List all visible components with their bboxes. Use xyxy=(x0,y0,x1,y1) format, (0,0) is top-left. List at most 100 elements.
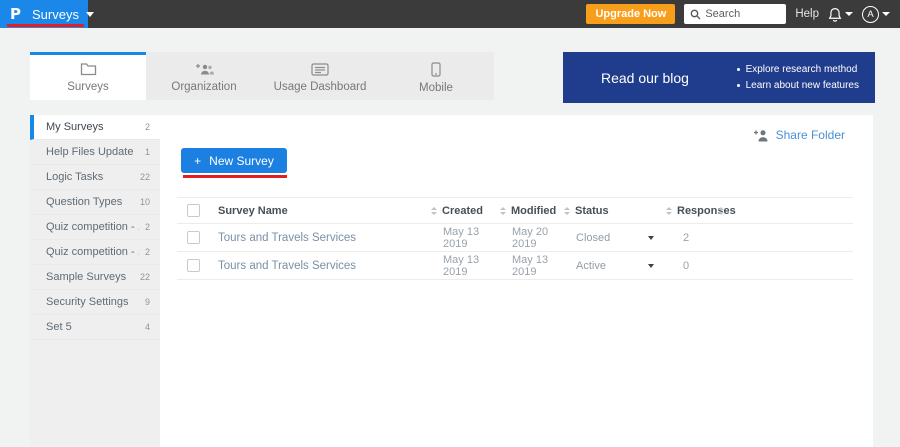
notifications-menu[interactable] xyxy=(828,7,853,22)
help-link[interactable]: Help xyxy=(795,8,819,20)
sidebar-item-count: 2 xyxy=(145,222,150,232)
sidebar-item-count: 1 xyxy=(145,147,150,157)
col-status: Status xyxy=(564,205,666,217)
table-header-row: Survey Name Created Modified Status Resp… xyxy=(177,197,853,224)
sort-icon[interactable] xyxy=(718,207,724,215)
sidebar-item-my-surveys[interactable]: My Surveys 2 xyxy=(30,115,160,140)
status-value: Active xyxy=(576,260,606,272)
search-icon xyxy=(690,9,701,20)
dashboard-icon xyxy=(311,63,329,76)
modified-cell: May 20 2019 xyxy=(500,226,564,250)
survey-name-cell: Tours and Travels Services xyxy=(218,232,431,244)
blog-banner[interactable]: Read our blog Explore research method Le… xyxy=(563,52,875,103)
survey-name-cell: Tours and Travels Services xyxy=(218,260,431,272)
status-value: Closed xyxy=(576,232,610,244)
account-menu[interactable]: A xyxy=(862,6,890,23)
app-menu[interactable]: P Surveys xyxy=(0,0,88,28)
sidebar-item-count: 2 xyxy=(145,122,150,132)
modified-cell: May 13 2019 xyxy=(500,254,564,278)
bell-icon xyxy=(828,7,842,22)
surveys-table: Survey Name Created Modified Status Resp… xyxy=(177,197,853,280)
sidebar-item-set-5[interactable]: Set 5 4 xyxy=(30,315,160,340)
blog-banner-title[interactable]: Read our blog xyxy=(601,70,689,86)
sidebar-item-quiz-competition-2[interactable]: Quiz competition - ... 2 xyxy=(30,240,160,265)
sidebar-item-logic-tasks[interactable]: Logic Tasks 22 xyxy=(30,165,160,190)
search-input[interactable] xyxy=(705,8,780,20)
annotation-underline xyxy=(183,175,287,178)
sidebar-item-label: Sample Surveys xyxy=(46,271,134,283)
sidebar-item-label: Set 5 xyxy=(46,321,139,333)
row-checkbox[interactable] xyxy=(187,259,200,272)
sidebar-item-label: Quiz competition - ... xyxy=(46,246,139,258)
sidebar-item-count: 9 xyxy=(145,297,150,307)
col-created: Created xyxy=(431,205,500,217)
row-check-cell xyxy=(177,259,218,272)
app-menu-label: Surveys xyxy=(32,7,79,22)
bullet-dot-icon xyxy=(737,68,740,71)
topbar: P Surveys Upgrade Now Help A xyxy=(0,0,900,28)
new-survey-label: New Survey xyxy=(209,154,274,168)
select-all-checkbox[interactable] xyxy=(187,204,200,217)
person-add-icon xyxy=(753,129,769,142)
created-cell: May 13 2019 xyxy=(431,254,500,278)
people-add-icon xyxy=(195,62,214,76)
col-responses: Responses xyxy=(666,205,718,217)
search-box[interactable] xyxy=(684,4,786,24)
sidebar-item-quiz-competition-1[interactable]: Quiz competition - ... 2 xyxy=(30,215,160,240)
sidebar-item-question-types[interactable]: Question Types 10 xyxy=(30,190,160,215)
sidebar-item-count: 22 xyxy=(140,272,150,282)
proprofs-logo-icon: P xyxy=(10,5,21,23)
sidebar-item-sample-surveys[interactable]: Sample Surveys 22 xyxy=(30,265,160,290)
upgrade-now-button[interactable]: Upgrade Now xyxy=(586,4,675,24)
status-dropdown-icon[interactable] xyxy=(648,264,654,268)
blog-bullet-item: Explore research method xyxy=(737,64,859,75)
status-dropdown-icon[interactable] xyxy=(648,236,654,240)
tab-surveys[interactable]: Surveys xyxy=(30,52,146,100)
sidebar-item-count: 2 xyxy=(145,247,150,257)
sort-icon[interactable] xyxy=(564,207,570,215)
sort-icon[interactable] xyxy=(500,207,506,215)
annotation-underline xyxy=(7,24,84,27)
blog-bullet-label: Learn about new features xyxy=(746,80,859,91)
col-status-label: Status xyxy=(575,205,609,217)
sort-icon[interactable] xyxy=(431,207,437,215)
row-check-cell xyxy=(177,231,218,244)
tab-label: Organization xyxy=(171,81,236,93)
responses-cell: 0 xyxy=(666,260,718,272)
survey-name-link[interactable]: Tours and Travels Services xyxy=(218,260,356,272)
folder-icon xyxy=(80,62,97,76)
col-modified-label: Modified xyxy=(511,205,556,217)
survey-name-link[interactable]: Tours and Travels Services xyxy=(218,232,356,244)
blog-banner-bullets: Explore research method Learn about new … xyxy=(737,64,859,91)
row-checkbox[interactable] xyxy=(187,231,200,244)
sort-icon[interactable] xyxy=(666,207,672,215)
header-check-cell xyxy=(177,204,218,217)
sidebar-item-label: Question Types xyxy=(46,196,134,208)
sidebar-item-security-settings[interactable]: Security Settings 9 xyxy=(30,290,160,315)
col-survey-name: Survey Name xyxy=(218,205,431,217)
col-modified: Modified xyxy=(500,205,564,217)
avatar: A xyxy=(862,6,879,23)
tab-mobile[interactable]: Mobile xyxy=(378,52,494,100)
new-survey-button[interactable]: + New Survey xyxy=(181,148,287,173)
tab-label: Usage Dashboard xyxy=(274,81,367,93)
col-created-label: Created xyxy=(442,205,483,217)
sidebar-item-count: 4 xyxy=(145,322,150,332)
chevron-down-icon xyxy=(845,12,853,16)
tab-label: Surveys xyxy=(67,81,109,93)
tab-usage-dashboard[interactable]: Usage Dashboard xyxy=(262,52,378,100)
tab-organization[interactable]: Organization xyxy=(146,52,262,100)
table-row: Tours and Travels Services May 13 2019 M… xyxy=(177,224,853,252)
tab-label: Mobile xyxy=(419,82,453,94)
responses-cell: 2 xyxy=(666,232,718,244)
sidebar-item-help-files-update[interactable]: Help Files Update 1 xyxy=(30,140,160,165)
sidebar-item-count: 22 xyxy=(140,172,150,182)
sidebar-item-label: My Surveys xyxy=(46,121,139,133)
share-folder-link[interactable]: Share Folder xyxy=(753,128,845,142)
sidebar-item-label: Security Settings xyxy=(46,296,139,308)
main-tabs: Surveys Organization Usage Dashboard Mob… xyxy=(30,52,494,100)
status-cell: Active xyxy=(564,260,666,272)
share-folder-label: Share Folder xyxy=(776,128,845,142)
folders-sidebar: My Surveys 2 Help Files Update 1 Logic T… xyxy=(30,115,160,447)
chevron-down-icon xyxy=(86,12,94,17)
